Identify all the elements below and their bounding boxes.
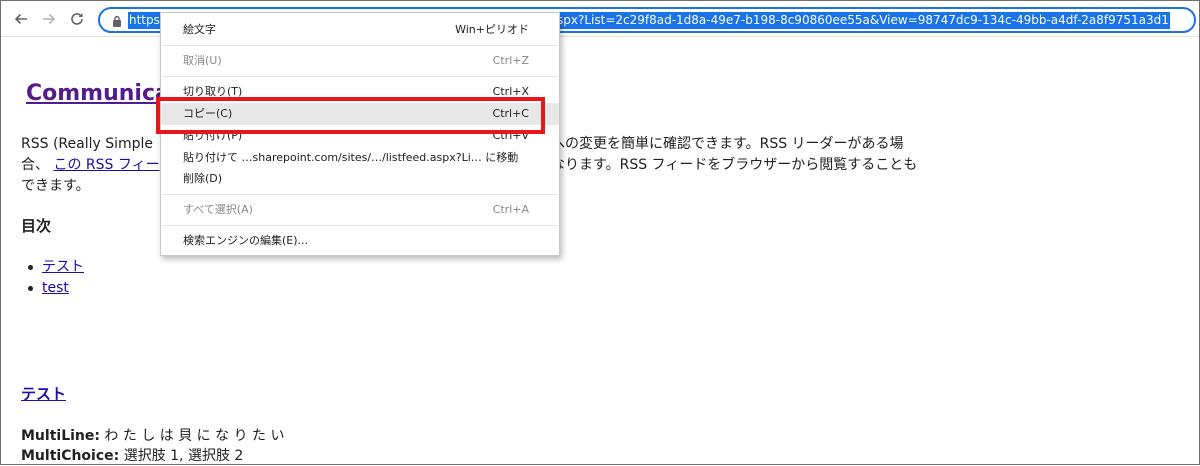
field-name: MultiLine: [21, 428, 100, 444]
description-text: 合、 [21, 157, 54, 173]
description-line-1: RSS (Really Simple [21, 134, 153, 155]
menu-separator [162, 45, 558, 46]
field-value: 選択肢 1, 選択肢 2 [123, 448, 244, 464]
menu-item-edit-search-engines[interactable]: 検索エンジンの編集(E)... [161, 230, 559, 252]
menu-item-label: 削除(D) [183, 172, 223, 185]
context-menu: 絵文字 Win+ピリオド 取消(U) Ctrl+Z 切り取り(T) Ctrl+X… [160, 12, 560, 256]
url-text-right[interactable]: spx?List=2c29f8ad-1d8a-49e7-b198-8c90860… [556, 12, 1170, 29]
menu-item-label: 検索エンジンの編集(E)... [183, 234, 309, 247]
forward-button[interactable] [39, 9, 59, 29]
field-value: わ た し は 貝 に な り た い [104, 428, 285, 444]
menu-item-label: 貼り付けて …sharepoint.com/sites/…/listfeed.a… [183, 151, 519, 164]
menu-item-label: 取消(U) [183, 54, 222, 67]
field-multichoice: MultiChoice: 選択肢 1, 選択肢 2 [21, 446, 243, 466]
description-line-3: できます。 [21, 176, 90, 197]
back-button[interactable] [11, 9, 31, 29]
menu-separator [162, 225, 558, 226]
arrow-right-icon [43, 13, 56, 25]
reload-icon [71, 13, 83, 25]
description-line-2: 合、 この RSS フィー [21, 155, 160, 176]
menu-item-shortcut: Ctrl+Z [492, 54, 529, 67]
description-line-1-right: への変更を簡単に確認できます。RSS リーダーがある場 [551, 134, 904, 155]
page-title[interactable]: Communica [26, 81, 170, 106]
section-title-link[interactable]: テスト [21, 383, 66, 404]
menu-item-shortcut: Win+ピリオド [455, 23, 529, 36]
menu-item-delete[interactable]: 削除(D) [161, 168, 559, 190]
description-text: RSS (Really Simple [21, 136, 154, 152]
toc-item: テスト [28, 257, 84, 277]
menu-item-undo[interactable]: 取消(U) Ctrl+Z [161, 50, 559, 72]
field-name: MultiChoice: [21, 448, 120, 464]
menu-item-paste-and-go[interactable]: 貼り付けて …sharepoint.com/sites/…/listfeed.a… [161, 147, 559, 169]
description-text: できます。 [21, 178, 90, 194]
highlight-box [156, 97, 545, 134]
menu-item-shortcut: Ctrl+A [492, 203, 529, 216]
description-line-2-right: なります。RSS フィードをブラウザーから閲覧することも [551, 155, 917, 176]
menu-item-label: すべて選択(A) [183, 203, 253, 216]
description-text: なります。RSS フィードをブラウザーから閲覧することも [551, 157, 918, 173]
description-text: への変更を簡単に確認できます。RSS リーダーがある場 [551, 136, 904, 152]
menu-item-label: 絵文字 [183, 23, 216, 36]
rss-feed-link[interactable]: この RSS フィー [53, 157, 159, 173]
arrow-left-icon [14, 13, 27, 25]
toc-link[interactable]: test [42, 280, 69, 296]
menu-item-select-all[interactable]: すべて選択(A) Ctrl+A [161, 199, 559, 221]
menu-separator [162, 76, 558, 77]
menu-item-emoji[interactable]: 絵文字 Win+ピリオド [161, 19, 559, 41]
url-text-left[interactable]: https: [128, 12, 164, 29]
toc-heading: 目次 [21, 217, 52, 235]
reload-button[interactable] [67, 9, 87, 29]
toc-item: test [28, 278, 69, 298]
menu-separator [162, 194, 558, 195]
lock-icon [113, 15, 121, 27]
field-multiline: MultiLine: わ た し は 貝 に な り た い [21, 426, 284, 446]
toc-link[interactable]: テスト [42, 259, 84, 275]
